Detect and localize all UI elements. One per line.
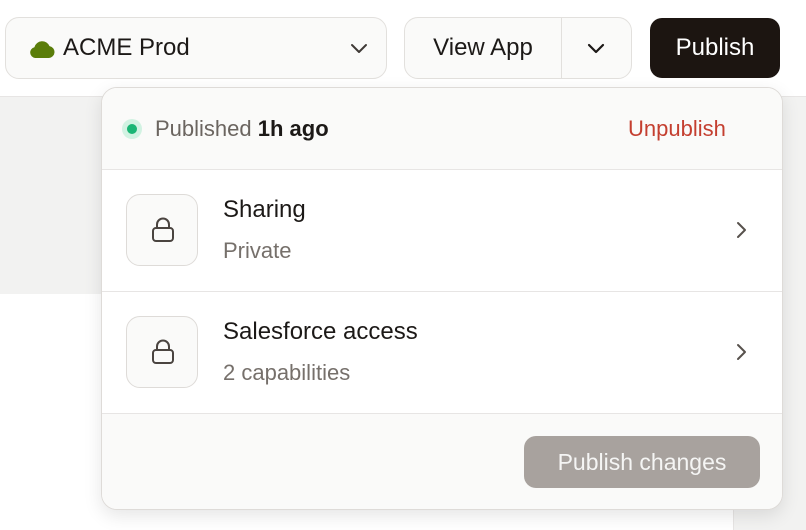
publish-popover: Published 1h ago Unpublish Sharing Priva… <box>101 87 783 510</box>
salesforce-access-subtitle: 2 capabilities <box>223 360 351 385</box>
status-prefix: Published <box>155 116 252 141</box>
lock-icon <box>126 194 198 266</box>
status-dot-icon <box>122 119 142 139</box>
publish-status: Published 1h ago <box>155 88 329 170</box>
view-app-dropdown-button[interactable] <box>562 18 631 78</box>
unpublish-button[interactable]: Unpublish <box>628 88 726 170</box>
salesforce-access-row[interactable]: Salesforce access 2 capabilities <box>102 292 782 414</box>
view-app-split-button: View App <box>404 17 632 79</box>
chevron-down-icon <box>587 43 605 54</box>
sharing-subtitle: Private <box>223 238 292 263</box>
popover-footer: Publish changes <box>102 414 782 509</box>
sharing-title: Sharing <box>223 196 306 223</box>
environment-label: ACME Prod <box>63 34 190 61</box>
publish-button[interactable]: Publish <box>650 18 780 78</box>
sharing-row[interactable]: Sharing Private <box>102 170 782 292</box>
salesforce-access-title: Salesforce access <box>223 318 418 345</box>
status-time: 1h ago <box>257 116 329 141</box>
view-app-button[interactable]: View App <box>405 18 561 78</box>
chevron-down-icon <box>349 38 369 63</box>
app-page: ACME Prod View App Publish Published 1h … <box>0 0 806 530</box>
cloud-icon <box>28 41 56 64</box>
publish-changes-button[interactable]: Publish changes <box>524 436 760 488</box>
publish-status-header: Published 1h ago Unpublish <box>102 88 782 170</box>
environment-select[interactable]: ACME Prod <box>5 17 387 79</box>
chevron-right-icon <box>732 218 752 247</box>
lock-icon <box>126 316 198 388</box>
chevron-right-icon <box>732 340 752 369</box>
